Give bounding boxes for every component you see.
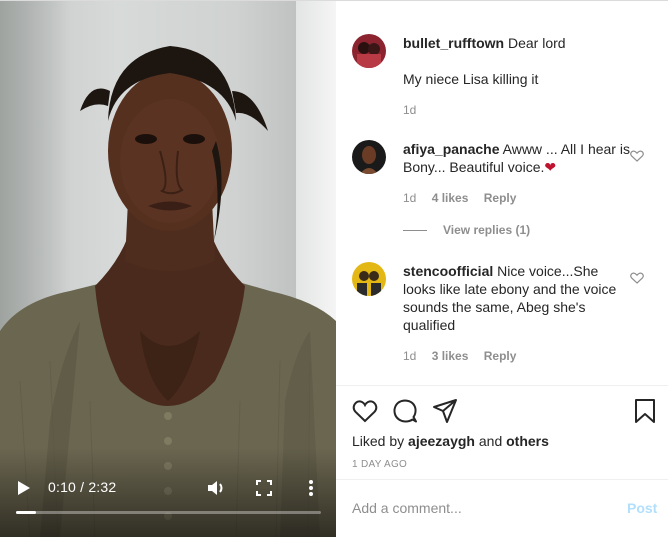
comment-age[interactable]: 1d (403, 349, 416, 363)
liked-by-others[interactable]: others (506, 433, 549, 449)
fullscreen-icon[interactable] (256, 480, 272, 496)
comment-meta: 1d 3 likes Reply (403, 349, 528, 363)
reply-button[interactable]: Reply (484, 349, 517, 363)
video-progress-bar[interactable] (16, 511, 321, 514)
avatar[interactable] (352, 262, 386, 296)
more-vertical-icon[interactable] (306, 479, 316, 497)
heart-emoji-icon: ❤ (544, 159, 557, 175)
video-player[interactable]: 0:10 / 2:32 (0, 1, 336, 537)
volume-icon[interactable] (206, 479, 226, 497)
comment-body: afiya_panache Awww ... All I hear is Bon… (403, 140, 633, 176)
view-replies-button[interactable]: View replies (1) (403, 223, 530, 237)
comment-reply-text: My niece Lisa killing it (403, 71, 539, 87)
comment-meta: 1d 4 likes Reply (403, 191, 528, 205)
comment-username[interactable]: stencoofficial (403, 263, 493, 279)
play-icon[interactable] (16, 479, 32, 497)
comment-body: stencoofficial Nice voice...She looks li… (403, 262, 633, 334)
comment-likes[interactable]: 4 likes (432, 191, 469, 205)
reply-button[interactable]: Reply (484, 191, 517, 205)
view-replies-label: View replies (1) (443, 223, 531, 237)
liked-by-text: Liked by ajeezaygh and others (352, 433, 549, 449)
post-frame: 0:10 / 2:32 bullet_rufftown Dear lord My… (0, 0, 668, 537)
liked-by-and: and (478, 433, 503, 449)
bookmark-icon[interactable] (632, 398, 658, 424)
liked-by-prefix: Liked by (352, 433, 405, 449)
avatar[interactable] (352, 140, 386, 174)
comment-age[interactable]: 1d (403, 191, 416, 205)
video-time: 0:10 / 2:32 (48, 479, 117, 495)
add-comment-bar: Post (336, 479, 668, 537)
video-progress-fill (16, 511, 37, 514)
comment-like-heart-icon[interactable] (630, 272, 644, 284)
comment-icon[interactable] (392, 398, 418, 424)
post-actions: Liked by ajeezaygh and others 1 DAY AGO (336, 385, 668, 479)
comment-text: Dear lord (508, 35, 566, 51)
comment-username[interactable]: bullet_rufftown (403, 35, 504, 51)
post-button[interactable]: Post (627, 500, 657, 516)
comment-meta: 1d (403, 103, 428, 117)
avatar[interactable] (352, 34, 386, 68)
comment-body: bullet_rufftown Dear lord (403, 34, 633, 52)
liked-by-user[interactable]: ajeezaygh (408, 433, 475, 449)
comment-age[interactable]: 1d (403, 103, 416, 117)
comment-likes[interactable]: 3 likes (432, 349, 469, 363)
comments-list: bullet_rufftown Dear lord My niece Lisa … (336, 1, 668, 385)
view-replies-dash (403, 230, 427, 232)
post-date[interactable]: 1 DAY AGO (352, 459, 407, 470)
comment-username[interactable]: afiya_panache (403, 141, 500, 157)
share-icon[interactable] (432, 398, 458, 424)
comment-input[interactable] (352, 498, 592, 518)
heart-icon[interactable] (352, 398, 378, 424)
comment-like-heart-icon[interactable] (630, 150, 644, 162)
comments-panel: bullet_rufftown Dear lord My niece Lisa … (336, 1, 668, 537)
